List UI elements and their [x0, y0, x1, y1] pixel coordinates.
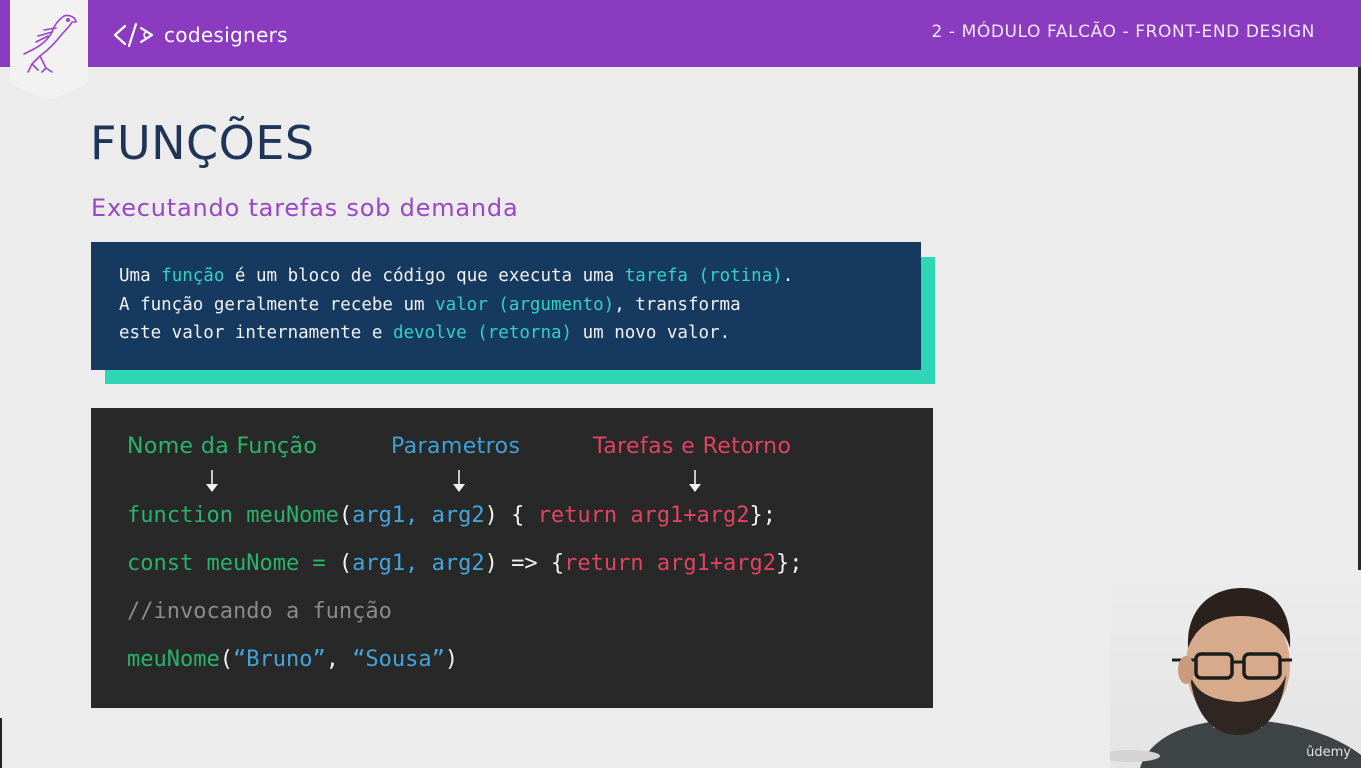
info-highlight-tarefa: tarefa (rotina) [624, 266, 783, 286]
header-bar: codesigners 2 - MÓDULO FALCÃO - FRONT-EN… [0, 0, 1361, 67]
info-highlight-valor: valor (argumento) [435, 294, 615, 315]
arrow-down-icon [689, 470, 701, 492]
info-highlight-funcao: função [161, 266, 225, 286]
info-text-segment: A função geralmente recebe um [119, 294, 436, 315]
code-paren: ( [338, 503, 353, 528]
label-function-name: Nome da Função [127, 434, 318, 459]
code-return: return arg1+arg2 [564, 551, 777, 576]
code-brackets-icon [113, 22, 154, 48]
code-return: return arg1+arg2 [537, 503, 750, 528]
falcon-icon [23, 14, 77, 73]
info-text-segment: . [782, 266, 794, 286]
info-text-segment: é um bloco de código que executa uma [224, 266, 625, 286]
code-line-arrow-function: const meuNome = (arg1, arg2) => {return … [127, 551, 803, 576]
code-paren: ( [219, 647, 233, 672]
falcon-badge [10, 0, 88, 100]
info-text-segment: Uma [119, 266, 162, 286]
udemy-watermark: ûdemy [1306, 745, 1351, 760]
code-paren: ) { [484, 503, 538, 528]
slide-title: FUNÇÕES [90, 116, 315, 170]
code-line-invocation: meuNome(“Bruno”, “Sousa”) [127, 647, 458, 672]
code-end: }; [776, 551, 803, 576]
info-text: Uma função é um bloco de código que exec… [119, 262, 793, 348]
arrow-down-icon [453, 470, 465, 492]
code-paren: ) [444, 647, 459, 672]
info-text-segment: este valor internamente e [119, 323, 393, 343]
slide: codesigners 2 - MÓDULO FALCÃO - FRONT-EN… [0, 0, 1361, 768]
brand: codesigners [112, 18, 288, 52]
label-tasks-return: Tarefas e Retorno [593, 434, 792, 459]
code-string: “Bruno” [232, 647, 326, 672]
code-keyword: function meuNome [127, 503, 339, 528]
info-highlight-devolve: devolve (retorna) [392, 323, 573, 343]
brand-name: codesigners [164, 23, 288, 47]
module-title: 2 - MÓDULO FALCÃO - FRONT-END DESIGN [931, 22, 1315, 42]
code-line-comment: //invocando a função [127, 599, 392, 624]
code-end: }; [749, 503, 777, 528]
label-parameters: Parametros [391, 434, 521, 459]
info-text-segment: , transforma [614, 294, 741, 315]
code-string: “Sousa” [352, 647, 445, 672]
slide-subtitle: Executando tarefas sob demanda [91, 194, 519, 222]
presenter-image [1110, 570, 1361, 768]
code-box: Nome da Função Parametros Tarefas e Reto… [91, 408, 933, 708]
code-function-call: meuNome [127, 647, 220, 672]
code-args: arg1, arg2 [352, 551, 485, 576]
code-args: arg1, arg2 [352, 503, 485, 528]
arrow-down-icon [206, 470, 218, 492]
presenter-webcam: ûdemy [1110, 570, 1361, 768]
info-box: Uma função é um bloco de código que exec… [91, 242, 921, 370]
left-frame-edge [0, 718, 2, 768]
info-text-segment: um novo valor. [572, 323, 731, 343]
code-separator: , [325, 647, 353, 672]
code-line-function: function meuNome(arg1, arg2) { return ar… [127, 503, 776, 528]
code-paren: ( [338, 551, 353, 576]
code-keyword: const meuNome = [127, 551, 339, 576]
code-paren: ) => { [484, 551, 565, 576]
